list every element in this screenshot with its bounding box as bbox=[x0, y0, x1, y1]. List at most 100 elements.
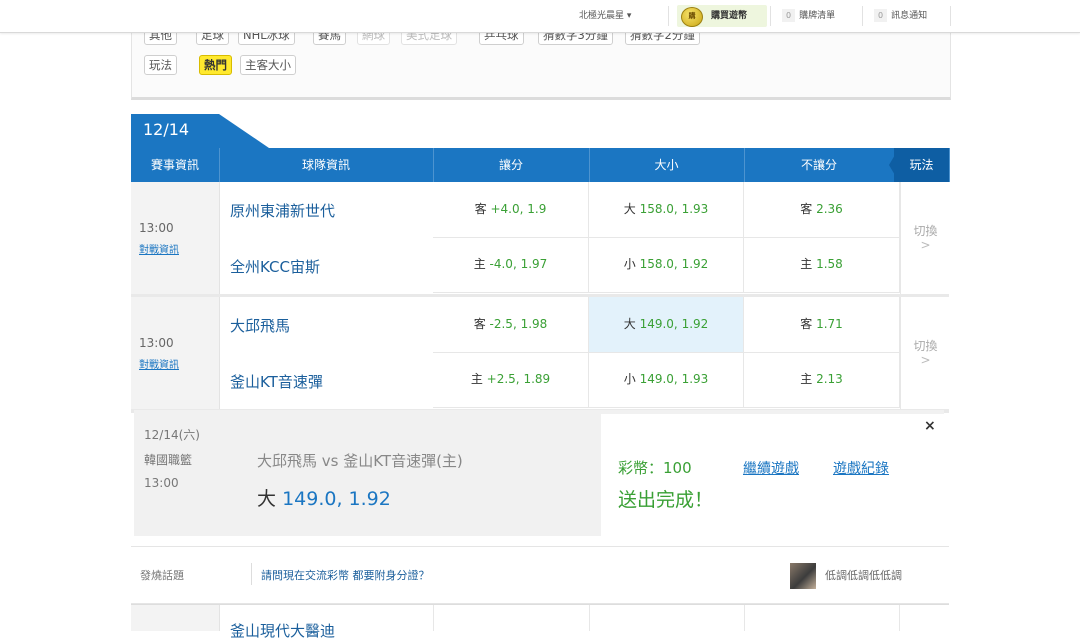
confirm-pick: 大 149.0, 1.92 bbox=[257, 484, 391, 511]
odds-side: 大 bbox=[623, 317, 636, 331]
close-icon[interactable]: × bbox=[924, 418, 936, 434]
odds-line: -4.0, bbox=[489, 257, 517, 271]
switch-button[interactable]: 切換 > bbox=[900, 297, 950, 409]
sport-filter-panel: 其他 足球 NHL冰球 賽馬 網球 美式足球 乒乓球 猜數字3分鐘 猜數字2分鐘… bbox=[131, 25, 951, 100]
odds-value: 1.9 bbox=[527, 202, 547, 216]
match-block: 13:00 對戰資訊 原州東浦新世代 全州KCC宙斯 客 +4.0, 1.9 主… bbox=[131, 182, 949, 298]
odds-side: 客 bbox=[800, 317, 813, 331]
match-detail-link[interactable]: 對戰資訊 bbox=[139, 356, 179, 371]
moneyline-home-odds[interactable]: 主 2.13 bbox=[744, 352, 900, 408]
divider bbox=[899, 605, 900, 631]
buy-coin-label[interactable]: 購買遊幣 bbox=[711, 0, 747, 32]
odds-value: 1.97 bbox=[520, 257, 548, 271]
spread-away-odds[interactable]: 客 -2.5, 1.98 bbox=[433, 297, 589, 353]
date-tab-tail bbox=[219, 114, 269, 148]
next-match-block: 釜山現代大醫迪 bbox=[131, 604, 949, 640]
chevron-right-icon: > bbox=[920, 353, 931, 367]
game-history-link[interactable]: 遊戲紀錄 bbox=[833, 458, 889, 478]
date-tab[interactable]: 12/14 (六) bbox=[131, 114, 219, 171]
odds-value: 1.71 bbox=[816, 317, 843, 331]
confirm-league: 韓國職籃 bbox=[144, 453, 193, 467]
pick-side: 大 bbox=[257, 488, 277, 510]
play-chip-hot[interactable]: 熱門 bbox=[199, 55, 232, 75]
confirm-result: 彩幣：100 送出完成！ 繼續遊戲 遊戲紀錄 bbox=[601, 414, 944, 538]
notify-count-badge: 0 bbox=[874, 9, 888, 22]
team-away: 大邱飛馬 bbox=[230, 317, 291, 335]
switch-button[interactable]: 切換 > bbox=[900, 182, 950, 294]
team-home: 釜山KT音速彈 bbox=[230, 373, 323, 391]
odds-value: 2.36 bbox=[816, 202, 843, 216]
odds-side: 客 bbox=[800, 202, 813, 216]
top-bar: 北極光晨星 ▾ 購 購買遊幣 0 購牌清單 0 訊息通知 bbox=[0, 0, 1080, 33]
coin-icon: 購 bbox=[681, 7, 703, 27]
odds-side: 小 bbox=[623, 257, 636, 271]
total-under-odds[interactable]: 小 158.0, 1.92 bbox=[589, 237, 744, 293]
match-info bbox=[131, 605, 220, 631]
odds-value: 2.13 bbox=[816, 372, 843, 386]
hot-topic-label: 發燒話題 bbox=[140, 569, 184, 582]
odds-side: 主 bbox=[473, 257, 486, 271]
match-detail-link[interactable]: 對戰資訊 bbox=[139, 241, 179, 256]
odds-value: 1.92 bbox=[681, 317, 709, 331]
pick-value: 149.0, 1.92 bbox=[282, 488, 391, 510]
topic-author[interactable]: 低調低調低低調 bbox=[825, 567, 902, 583]
odds-line: +2.5, bbox=[486, 372, 520, 386]
spread-home-odds[interactable]: 主 -4.0, 1.97 bbox=[433, 237, 589, 293]
odds-line: +4.0, bbox=[490, 202, 524, 216]
odds-line: 158.0, bbox=[639, 257, 678, 271]
submit-done-message: 送出完成！ bbox=[618, 489, 714, 511]
odds-side: 小 bbox=[623, 372, 636, 386]
cart-label: 購牌清單 bbox=[799, 11, 836, 21]
odds-side: 大 bbox=[623, 202, 636, 216]
bet-confirmation-panel: 12/14(六) 韓國職籃 13:00 大邱飛馬 vs 釜山KT音速彈(主) 大… bbox=[134, 410, 944, 538]
divider bbox=[862, 6, 863, 26]
divider bbox=[251, 563, 252, 585]
header-info: 賽事資訊 bbox=[131, 148, 220, 182]
total-over-odds-selected[interactable]: 大 149.0, 1.92 bbox=[589, 297, 744, 353]
play-chip-home-away[interactable]: 主客大小 bbox=[240, 55, 296, 75]
moneyline-home-odds[interactable]: 主 1.58 bbox=[744, 237, 900, 293]
odds-side: 客 bbox=[473, 317, 486, 331]
coin-amount: 彩幣：100 bbox=[618, 459, 692, 477]
header-teams: 球隊資訊 bbox=[219, 148, 434, 182]
chevron-right-icon: > bbox=[920, 238, 931, 252]
spread-away-odds[interactable]: 客 +4.0, 1.9 bbox=[433, 182, 589, 238]
match-block: 13:00 對戰資訊 大邱飛馬 釜山KT音速彈 客 -2.5, 1.98 主 +… bbox=[131, 297, 949, 413]
odds-line: 149.0, bbox=[639, 372, 678, 386]
hot-topic-link[interactable]: 請問現在交流彩幣 都要附身分證？ bbox=[261, 567, 430, 583]
odds-value: 1.92 bbox=[681, 257, 709, 271]
notification-link[interactable]: 0 訊息通知 bbox=[874, 0, 927, 32]
total-under-odds[interactable]: 小 149.0, 1.93 bbox=[589, 352, 744, 408]
header-play[interactable]: 玩法 bbox=[894, 148, 950, 182]
match-info: 13:00 對戰資訊 bbox=[131, 297, 220, 409]
notify-label: 訊息通知 bbox=[891, 11, 928, 21]
divider bbox=[744, 605, 745, 631]
cart-count-badge: 0 bbox=[782, 9, 796, 22]
odds-value: 1.89 bbox=[523, 372, 551, 386]
play-type-label: 玩法 bbox=[144, 55, 177, 75]
confirm-date: 12/14(六) bbox=[144, 428, 200, 442]
switch-label: 切換 bbox=[913, 339, 938, 353]
moneyline-away-odds[interactable]: 客 1.71 bbox=[744, 297, 900, 353]
team-home: 全州KCC宙斯 bbox=[230, 258, 320, 276]
divider bbox=[770, 6, 771, 26]
odds-side: 主 bbox=[800, 257, 813, 271]
match-time: 13:00 bbox=[139, 336, 174, 350]
odds-side: 主 bbox=[800, 372, 813, 386]
odds-line: 149.0, bbox=[639, 317, 678, 331]
continue-game-link[interactable]: 繼續遊戲 bbox=[743, 458, 799, 478]
odds-table-header: 賽事資訊 球隊資訊 讓分 大小 不讓分 玩法 bbox=[131, 148, 950, 182]
header-total: 大小 bbox=[589, 148, 745, 182]
match-info: 13:00 對戰資訊 bbox=[131, 182, 220, 294]
odds-value: 1.58 bbox=[816, 257, 843, 271]
cart-link[interactable]: 0 購牌清單 bbox=[782, 0, 835, 32]
switch-label: 切換 bbox=[913, 224, 938, 238]
spread-home-odds[interactable]: 主 +2.5, 1.89 bbox=[433, 352, 589, 408]
total-over-odds[interactable]: 大 158.0, 1.93 bbox=[589, 182, 744, 238]
divider bbox=[589, 605, 590, 631]
match-time: 13:00 bbox=[139, 221, 174, 235]
odds-value: 1.98 bbox=[520, 317, 548, 331]
avatar[interactable] bbox=[790, 563, 816, 589]
location-dropdown[interactable]: 北極光晨星 ▾ bbox=[579, 0, 631, 32]
moneyline-away-odds[interactable]: 客 2.36 bbox=[744, 182, 900, 238]
